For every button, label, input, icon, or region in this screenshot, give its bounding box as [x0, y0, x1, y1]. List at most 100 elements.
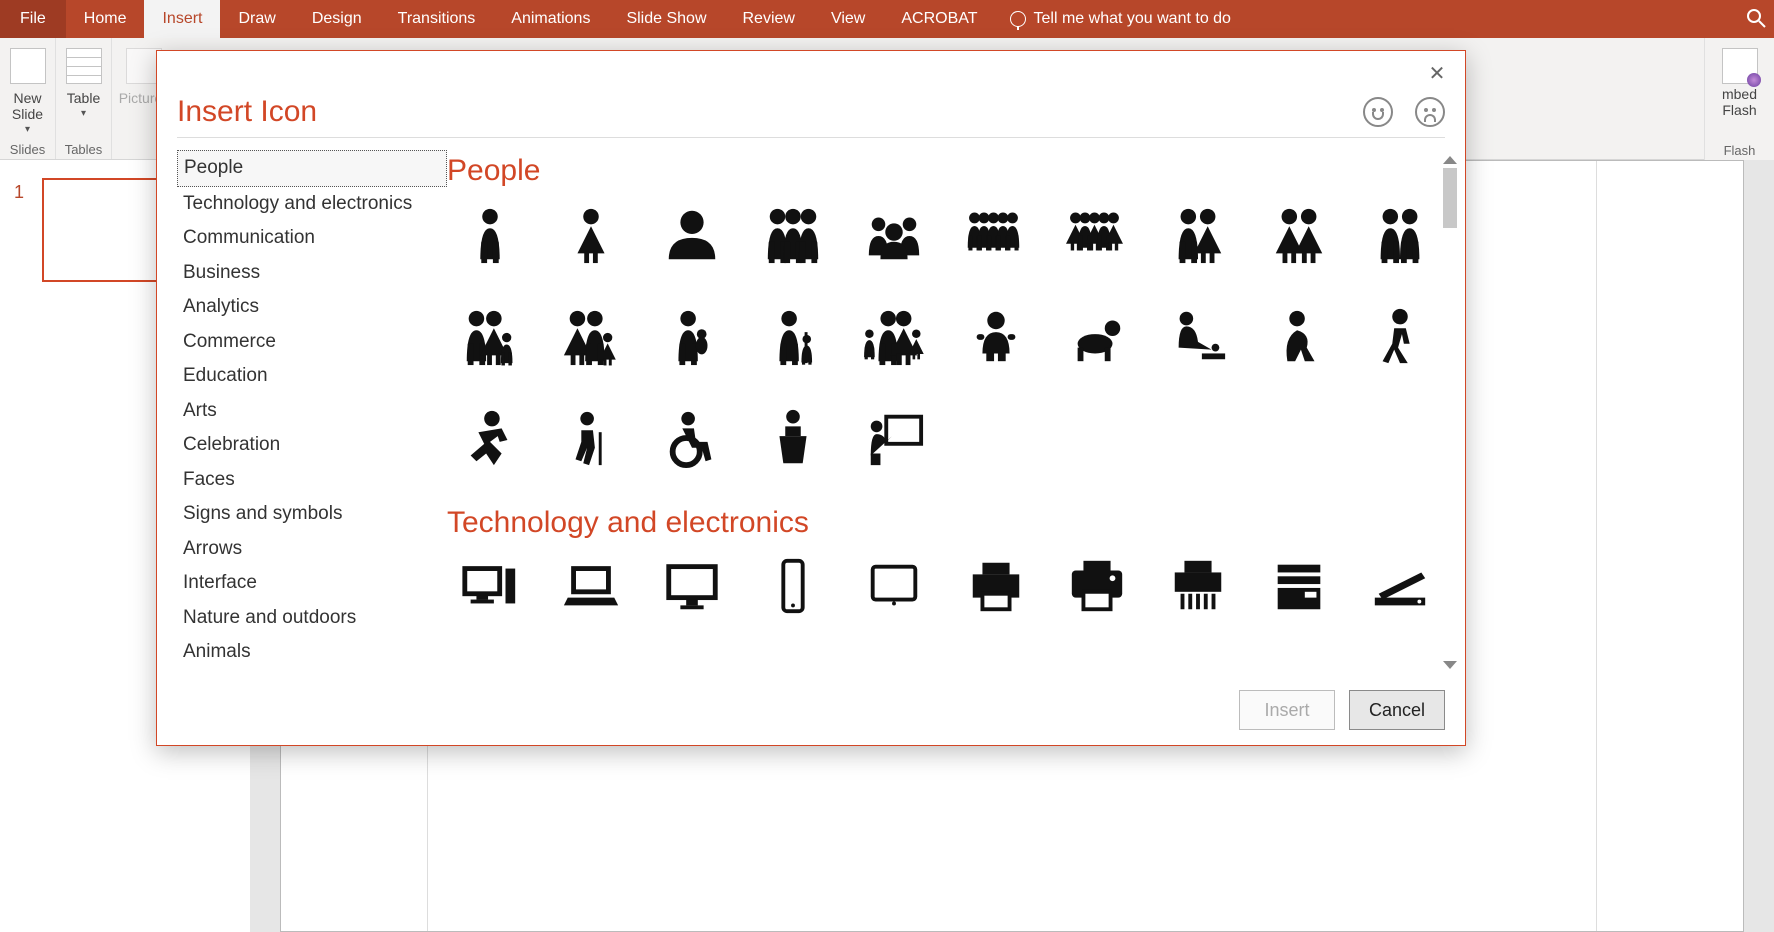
walking-icon[interactable] — [1358, 300, 1443, 372]
family-kids-icon[interactable] — [852, 300, 937, 372]
embed-flash-button[interactable]: mbed Flash — [1718, 44, 1762, 122]
person-man-icon[interactable] — [447, 198, 532, 270]
category-item-signs-and-symbols[interactable]: Signs and symbols — [177, 497, 447, 532]
icon-grid — [447, 198, 1443, 502]
tab-animations[interactable]: Animations — [493, 0, 608, 38]
category-item-interface[interactable]: Interface — [177, 566, 447, 601]
tab-acrobat[interactable]: ACROBAT — [883, 0, 995, 38]
search-icon[interactable] — [1744, 6, 1768, 30]
group-flash: mbed Flash Flash — [1704, 38, 1774, 160]
new-slide-button[interactable]: New Slide ▾ — [6, 44, 50, 139]
baby-icon[interactable] — [953, 300, 1038, 372]
scroll-up-icon[interactable] — [1443, 156, 1457, 164]
group-meeting-icon[interactable] — [852, 198, 937, 270]
section-header-people: People — [447, 154, 1443, 188]
group-tables: Table ▾ Tables — [56, 38, 112, 159]
group-five-adults-icon[interactable] — [953, 198, 1038, 270]
tab-insert[interactable]: Insert — [144, 0, 220, 38]
section-header-technology-and-electronics: Technology and electronics — [447, 506, 1443, 540]
tab-slideshow[interactable]: Slide Show — [608, 0, 724, 38]
category-list[interactable]: PeopleTechnology and electronicsCommunic… — [177, 150, 447, 675]
category-item-people[interactable]: People — [177, 150, 447, 187]
family-1-icon[interactable] — [447, 300, 532, 372]
insert-icon-dialog: ✕ Insert Icon PeopleTechnology and elect… — [156, 50, 1466, 746]
laptop-icon[interactable] — [548, 550, 633, 622]
category-item-education[interactable]: Education — [177, 359, 447, 394]
category-item-arrows[interactable]: Arrows — [177, 532, 447, 567]
tell-me-search[interactable]: Tell me what you want to do — [1010, 0, 1231, 38]
category-item-nature-and-outdoors[interactable]: Nature and outdoors — [177, 601, 447, 636]
tab-file[interactable]: File — [0, 0, 66, 38]
couple-mm-icon[interactable] — [1358, 198, 1443, 270]
diaper-change-icon[interactable] — [1155, 300, 1240, 372]
couple-mf-icon[interactable] — [1155, 198, 1240, 270]
tab-transitions[interactable]: Transitions — [380, 0, 494, 38]
printer-2-icon[interactable] — [1054, 550, 1139, 622]
scrollbar[interactable] — [1441, 156, 1459, 669]
scroll-track[interactable] — [1443, 168, 1457, 657]
person-bust-icon[interactable] — [649, 198, 734, 270]
cancel-button[interactable]: Cancel — [1349, 690, 1445, 730]
category-item-faces[interactable]: Faces — [177, 463, 447, 498]
group-five-mixed-icon[interactable] — [1054, 198, 1139, 270]
dialog-footer: Insert Cancel — [157, 675, 1465, 745]
monitor-icon[interactable] — [649, 550, 734, 622]
copier-icon[interactable] — [1257, 550, 1342, 622]
crouching-icon[interactable] — [1257, 300, 1342, 372]
group-flash-label: Flash — [1724, 143, 1756, 158]
slide-number: 1 — [14, 182, 24, 203]
category-item-arts[interactable]: Arts — [177, 394, 447, 429]
tablet-icon[interactable] — [852, 550, 937, 622]
desktop-pc-icon[interactable] — [447, 550, 532, 622]
bulb-icon — [1010, 11, 1026, 27]
category-item-business[interactable]: Business — [177, 256, 447, 291]
parent-baby-icon[interactable] — [649, 300, 734, 372]
scroll-thumb[interactable] — [1443, 168, 1457, 228]
flash-label: mbed Flash — [1722, 86, 1757, 118]
table-button[interactable]: Table ▾ — [62, 44, 106, 123]
elderly-walk-icon[interactable] — [548, 402, 633, 474]
smartphone-icon[interactable] — [751, 550, 836, 622]
chevron-down-icon: ▾ — [81, 108, 86, 119]
group-tables-label: Tables — [65, 142, 103, 157]
category-item-animals[interactable]: Animals — [177, 635, 447, 670]
shredder-icon[interactable] — [1155, 550, 1240, 622]
teacher-board-icon[interactable] — [852, 402, 937, 474]
feedback-sad-icon[interactable] — [1415, 97, 1445, 127]
category-item-commerce[interactable]: Commerce — [177, 325, 447, 360]
group-slides: New Slide ▾ Slides — [0, 38, 56, 159]
tab-view[interactable]: View — [813, 0, 883, 38]
tab-home[interactable]: Home — [66, 0, 145, 38]
running-icon[interactable] — [447, 402, 532, 474]
feedback-happy-icon[interactable] — [1363, 97, 1393, 127]
new-slide-label: New Slide — [12, 90, 43, 122]
new-slide-icon — [10, 48, 46, 84]
group-slides-label: Slides — [10, 142, 45, 157]
tab-draw[interactable]: Draw — [220, 0, 293, 38]
group-three-icon[interactable] — [751, 198, 836, 270]
podium-speaker-icon[interactable] — [751, 402, 836, 474]
icon-scroll-area[interactable]: People Technology and electronics — [447, 150, 1443, 675]
person-woman-icon[interactable] — [548, 198, 633, 270]
crawling-icon[interactable] — [1054, 300, 1139, 372]
flash-icon — [1722, 48, 1758, 84]
category-item-celebration[interactable]: Celebration — [177, 428, 447, 463]
category-item-analytics[interactable]: Analytics — [177, 290, 447, 325]
scanner-icon[interactable] — [1358, 550, 1443, 622]
insert-button[interactable]: Insert — [1239, 690, 1335, 730]
ribbon-tabs: File Home Insert Draw Design Transitions… — [0, 0, 1774, 38]
icon-grid — [447, 550, 1443, 650]
family-2-icon[interactable] — [548, 300, 633, 372]
wheelchair-icon[interactable] — [649, 402, 734, 474]
scroll-down-icon[interactable] — [1443, 661, 1457, 669]
tab-review[interactable]: Review — [725, 0, 813, 38]
close-button[interactable]: ✕ — [1421, 57, 1453, 89]
printer-1-icon[interactable] — [953, 550, 1038, 622]
elderly-cane-icon[interactable] — [751, 300, 836, 372]
chevron-down-icon: ▾ — [25, 124, 30, 135]
tab-design[interactable]: Design — [294, 0, 380, 38]
category-item-communication[interactable]: Communication — [177, 221, 447, 256]
couple-ff-icon[interactable] — [1257, 198, 1342, 270]
table-label: Table — [67, 90, 100, 106]
category-item-technology-and-electronics[interactable]: Technology and electronics — [177, 187, 447, 222]
